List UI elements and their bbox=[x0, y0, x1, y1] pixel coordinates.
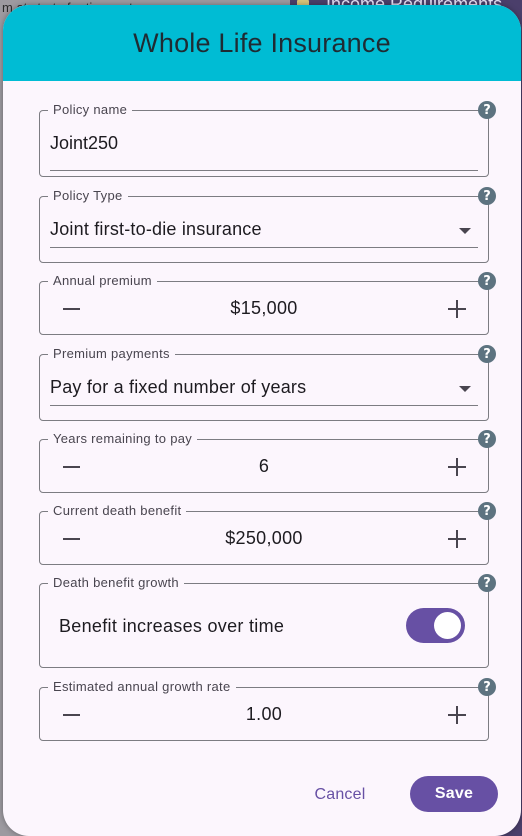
death-benefit-field: Current death benefit ? $250,000 bbox=[39, 502, 496, 565]
annual-premium-label: Annual premium bbox=[48, 273, 157, 288]
death-benefit-label: Current death benefit bbox=[48, 503, 187, 518]
dropdown-arrow-icon[interactable] bbox=[459, 228, 471, 234]
dialog-title: Whole Life Insurance bbox=[133, 27, 391, 58]
select-underline bbox=[50, 405, 478, 406]
years-remaining-value[interactable]: 6 bbox=[40, 456, 488, 477]
save-button[interactable]: Save bbox=[410, 776, 498, 812]
help-icon[interactable]: ? bbox=[478, 678, 496, 696]
plus-icon bbox=[448, 458, 466, 476]
growth-rate-value[interactable]: 1.00 bbox=[40, 704, 488, 725]
benefit-growth-toggle-label: Benefit increases over time bbox=[59, 616, 285, 636]
plus-icon bbox=[448, 300, 466, 318]
plus-icon bbox=[448, 530, 466, 548]
benefit-growth-label: Death benefit growth bbox=[48, 575, 184, 590]
years-remaining-label: Years remaining to pay bbox=[48, 431, 198, 446]
dropdown-arrow-icon[interactable] bbox=[459, 386, 471, 392]
premium-payments-label: Premium payments bbox=[48, 346, 175, 361]
help-icon[interactable]: ? bbox=[478, 430, 496, 448]
benefit-growth-field: Death benefit growth ? Benefit increases… bbox=[39, 574, 496, 668]
help-icon[interactable]: ? bbox=[478, 187, 496, 205]
help-icon[interactable]: ? bbox=[478, 345, 496, 363]
benefit-growth-toggle[interactable] bbox=[406, 608, 465, 643]
increment-button[interactable] bbox=[442, 297, 472, 321]
increment-button[interactable] bbox=[442, 455, 472, 479]
growth-rate-field: Estimated annual growth rate ? 1.00 bbox=[39, 678, 496, 741]
annual-premium-field: Annual premium ? $15,000 bbox=[39, 272, 496, 335]
cancel-button[interactable]: Cancel bbox=[301, 777, 379, 813]
years-remaining-field: Years remaining to pay ? 6 bbox=[39, 430, 496, 493]
dialog-header: Whole Life Insurance bbox=[3, 5, 521, 81]
whole-life-insurance-dialog: Whole Life Insurance Policy name ? Joint… bbox=[3, 5, 521, 836]
help-icon[interactable]: ? bbox=[478, 502, 496, 520]
death-benefit-value[interactable]: $250,000 bbox=[40, 528, 488, 549]
policy-type-select[interactable]: Joint first-to-die insurance bbox=[50, 219, 262, 240]
input-underline bbox=[50, 170, 478, 171]
premium-payments-field[interactable]: Premium payments ? Pay for a fixed numbe… bbox=[39, 345, 496, 421]
help-icon[interactable]: ? bbox=[478, 272, 496, 290]
increment-button[interactable] bbox=[442, 703, 472, 727]
increment-button[interactable] bbox=[442, 527, 472, 551]
growth-rate-label: Estimated annual growth rate bbox=[48, 679, 236, 694]
policy-name-field[interactable]: Policy name ? Joint250 bbox=[39, 101, 496, 177]
help-icon[interactable]: ? bbox=[478, 574, 496, 592]
plus-icon bbox=[448, 706, 466, 724]
policy-name-label: Policy name bbox=[48, 102, 133, 117]
toggle-knob bbox=[434, 612, 461, 639]
premium-payments-select[interactable]: Pay for a fixed number of years bbox=[50, 377, 306, 398]
policy-name-input[interactable]: Joint250 bbox=[50, 133, 118, 154]
policy-type-label: Policy Type bbox=[48, 188, 128, 203]
annual-premium-value[interactable]: $15,000 bbox=[40, 298, 488, 319]
help-icon[interactable]: ? bbox=[478, 101, 496, 119]
select-underline bbox=[50, 247, 478, 248]
policy-type-field[interactable]: Policy Type ? Joint first-to-die insuran… bbox=[39, 187, 496, 263]
